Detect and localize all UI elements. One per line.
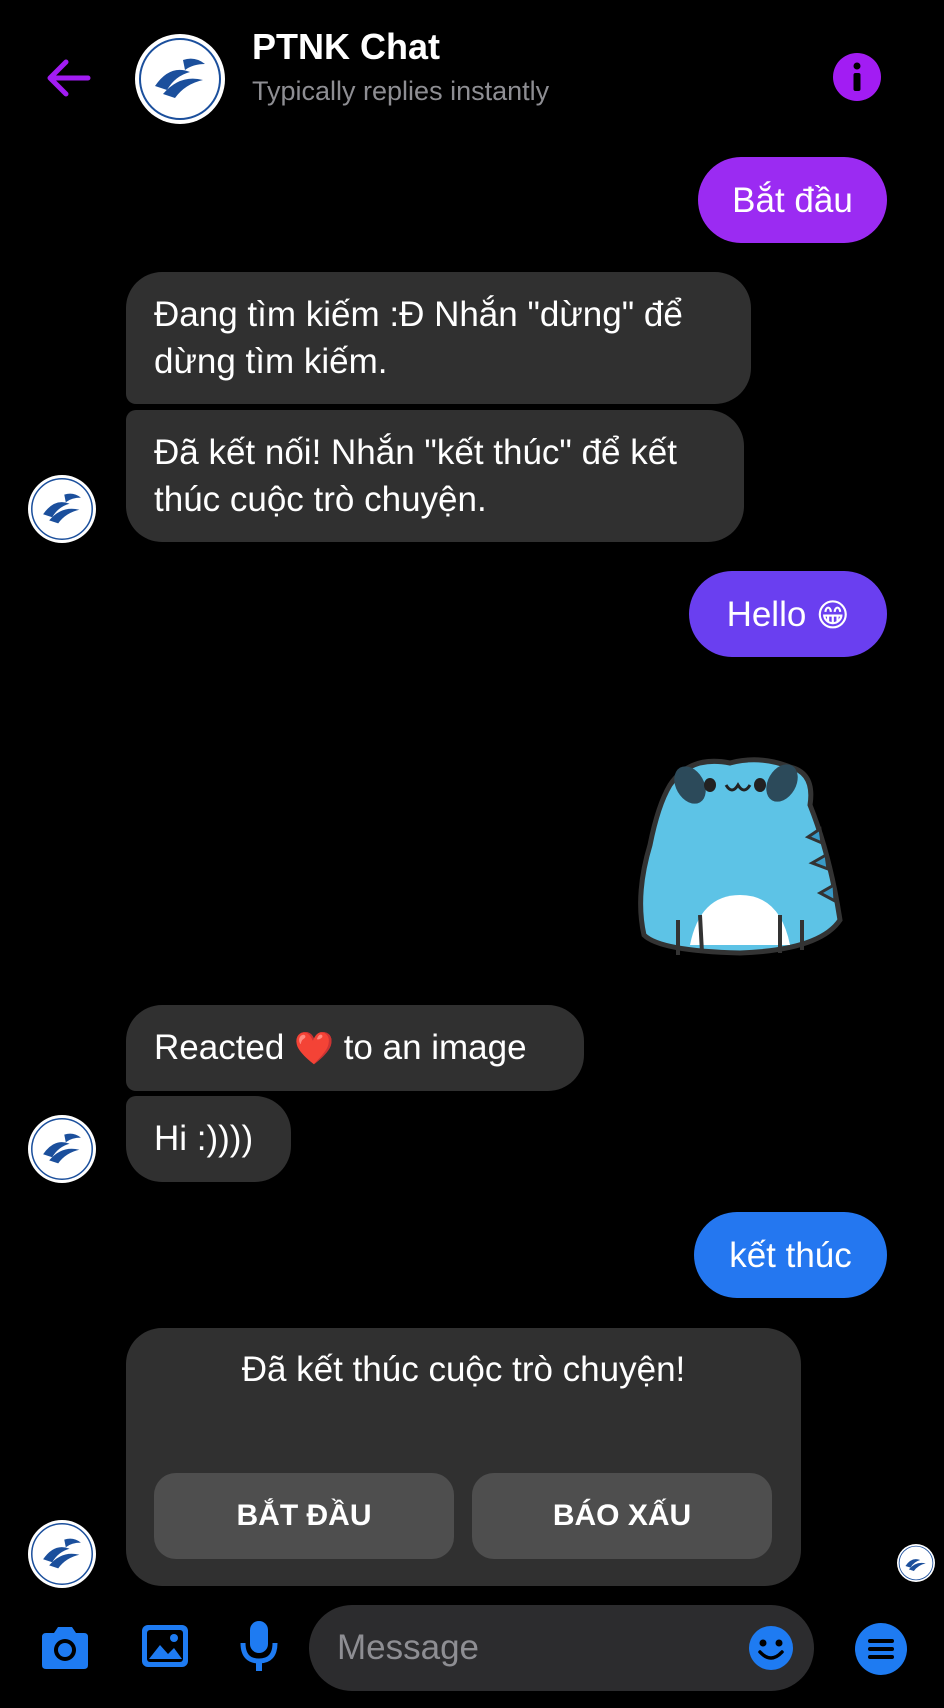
message-text: Hello xyxy=(726,595,807,634)
grin-emoji: 😁 xyxy=(816,597,850,633)
sender-avatar xyxy=(28,475,96,543)
camera-icon xyxy=(42,1627,88,1669)
info-icon xyxy=(853,62,861,91)
heart-emoji: ❤️ xyxy=(294,1030,334,1066)
outgoing-message[interactable]: Bắt đầu xyxy=(698,157,887,243)
message-text: to an image xyxy=(343,1028,527,1067)
blue-dinosaur-sticker[interactable] xyxy=(630,745,865,965)
microphone-icon xyxy=(240,1621,278,1671)
chat-screen: PTNK Chat Typically replies instantly Bắ… xyxy=(0,0,944,1708)
message-composer xyxy=(0,1605,944,1708)
gallery-button[interactable] xyxy=(138,1621,192,1671)
chat-title: PTNK Chat xyxy=(252,26,440,67)
image-icon xyxy=(142,1625,188,1667)
chat-subtitle: Typically replies instantly xyxy=(252,76,550,106)
back-button[interactable] xyxy=(38,48,98,108)
message-text: Hi :)))) xyxy=(154,1119,254,1158)
incoming-message[interactable]: Đã kết nối! Nhắn "kết thúc" để kết thúc … xyxy=(126,410,744,542)
info-button[interactable] xyxy=(833,53,881,101)
message-text: Đã kết nối! Nhắn "kết thúc" để kết thúc … xyxy=(154,433,677,519)
start-button[interactable]: BẮT ĐẦU xyxy=(154,1473,454,1559)
emoji-button[interactable] xyxy=(746,1623,796,1673)
message-text: Đang tìm kiếm :Đ Nhắn "dừng" để dừng tìm… xyxy=(154,295,683,381)
camera-button[interactable] xyxy=(38,1623,92,1673)
menu-icon xyxy=(855,1623,907,1675)
incoming-message[interactable]: Reacted ❤️ to an image xyxy=(126,1005,584,1091)
message-text: Reacted xyxy=(154,1028,285,1067)
sender-avatar xyxy=(28,1520,96,1588)
seen-indicator-avatar xyxy=(897,1544,935,1582)
report-button[interactable]: BÁO XẤU xyxy=(472,1473,772,1559)
arrow-left-icon xyxy=(47,59,91,97)
message-text: kết thúc xyxy=(729,1236,852,1275)
outgoing-message[interactable]: Hello 😁 xyxy=(689,571,887,657)
chat-avatar[interactable] xyxy=(135,34,225,124)
chat-header: PTNK Chat Typically replies instantly xyxy=(0,0,944,150)
emoji-icon xyxy=(749,1626,793,1670)
menu-button[interactable] xyxy=(853,1621,909,1677)
incoming-message[interactable]: Đang tìm kiếm :Đ Nhắn "dừng" để dừng tìm… xyxy=(126,272,751,404)
end-chat-card: Đã kết thúc cuộc trò chuyện! BẮT ĐẦU BÁO… xyxy=(126,1328,801,1586)
sender-avatar xyxy=(28,1115,96,1183)
microphone-button[interactable] xyxy=(232,1617,286,1675)
incoming-message[interactable]: Hi :)))) xyxy=(126,1096,291,1182)
message-text: Bắt đầu xyxy=(732,181,853,220)
message-input[interactable] xyxy=(309,1605,814,1691)
card-text: Đã kết thúc cuộc trò chuyện! xyxy=(241,1350,686,1389)
outgoing-message[interactable]: kết thúc xyxy=(694,1212,887,1298)
